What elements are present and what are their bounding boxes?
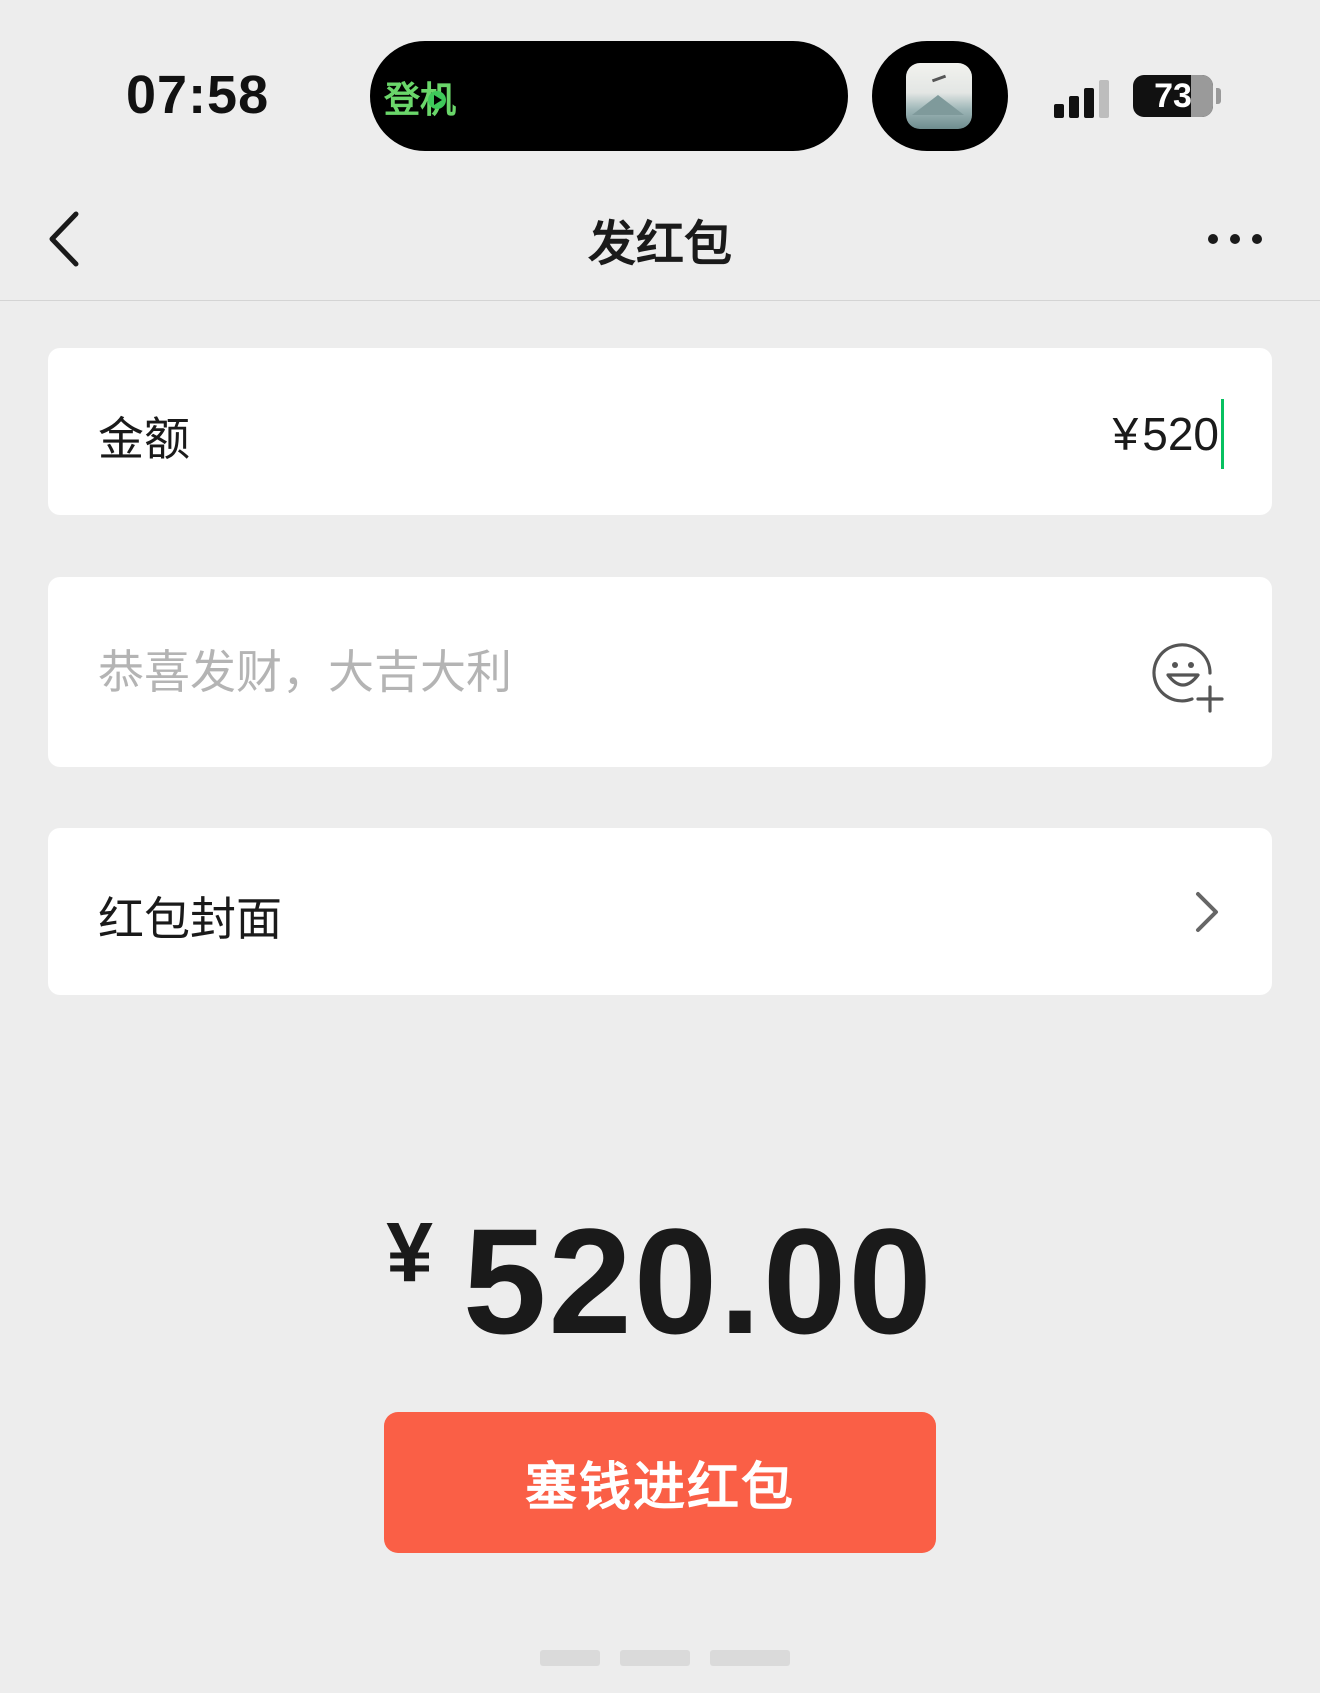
total-amount-display: ¥520.00 xyxy=(0,1195,1320,1365)
chevron-left-icon xyxy=(49,211,79,267)
red-packet-cover-label: 红包封面 xyxy=(98,892,282,946)
page-title: 发红包 xyxy=(587,216,732,272)
now-playing-island[interactable] xyxy=(872,41,1008,151)
total-amount-value: 520.00 xyxy=(462,1197,934,1365)
amount-row[interactable]: 金额 ¥ 520 xyxy=(48,348,1272,515)
watermark xyxy=(540,1640,790,1680)
status-time: 07:58 xyxy=(126,65,270,125)
red-packet-cover-row[interactable]: 红包封面 xyxy=(48,828,1272,995)
amount-currency-symbol: ¥ xyxy=(1112,408,1139,460)
cellular-signal-icon xyxy=(1054,78,1118,118)
back-button[interactable] xyxy=(40,204,100,274)
emoji-picker-button[interactable] xyxy=(1152,639,1228,715)
live-activity-play-icon xyxy=(428,91,446,109)
amount-input-value: 520 xyxy=(1142,408,1219,460)
amount-input[interactable]: ¥ 520 xyxy=(1112,399,1224,469)
put-money-in-packet-button[interactable]: 塞钱进红包 xyxy=(384,1412,936,1553)
text-cursor xyxy=(1221,399,1224,469)
battery-cap xyxy=(1216,88,1221,104)
greeting-message-row xyxy=(48,577,1272,767)
greeting-message-input[interactable] xyxy=(98,637,1098,707)
landscape-art-shape xyxy=(912,95,964,115)
battery-level: 73 xyxy=(1154,77,1192,115)
chevron-right-icon xyxy=(1196,892,1218,932)
status-bar: 07:58 登机 73 xyxy=(0,0,1320,180)
navigation-bar: 发红包 xyxy=(0,180,1320,301)
total-currency-symbol: ¥ xyxy=(386,1205,433,1299)
emoji-add-icon xyxy=(1152,643,1224,713)
amount-label: 金额 xyxy=(98,412,190,466)
battery-icon: 73 xyxy=(1133,75,1213,117)
calligraphy-stroke xyxy=(931,74,947,83)
more-button[interactable] xyxy=(1200,210,1270,266)
album-art-thumbnail xyxy=(906,63,972,129)
dynamic-island-live-activity[interactable]: 登机 xyxy=(370,41,848,151)
